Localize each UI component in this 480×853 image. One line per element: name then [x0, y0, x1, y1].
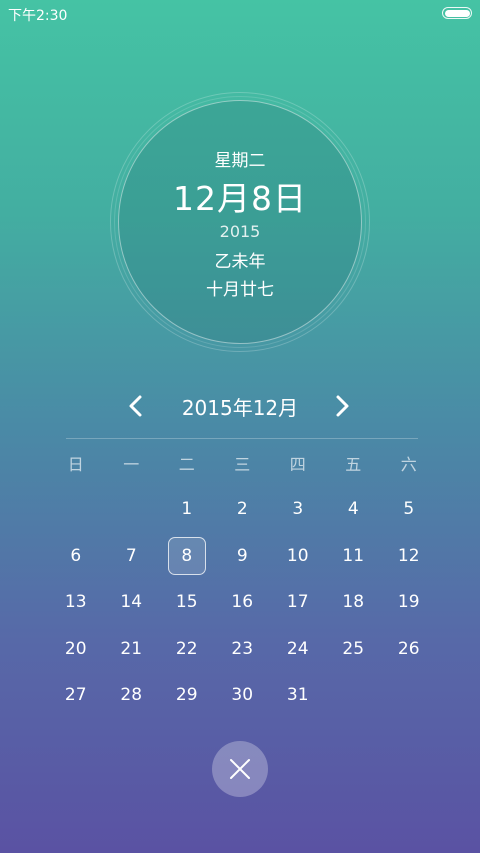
day-cell[interactable]: 21 [104, 626, 160, 673]
day-number: 23 [231, 638, 254, 659]
day-number: 25 [342, 638, 365, 659]
chevron-right-icon [336, 395, 349, 417]
day-number: 11 [342, 545, 365, 566]
selected-date: 12月8日 [173, 179, 307, 218]
chevron-left-icon [129, 395, 142, 417]
day-number: 13 [64, 592, 87, 613]
day-cell[interactable]: 13 [48, 579, 104, 626]
battery-icon [442, 7, 472, 19]
day-cell[interactable]: 20 [48, 626, 104, 673]
day-number: 12 [397, 545, 420, 566]
day-number: 14 [120, 592, 143, 613]
day-number: 29 [175, 685, 198, 706]
day-cell[interactable]: 6 [48, 533, 104, 580]
close-icon [230, 759, 250, 779]
calendar-grid: 1 2 3 4 5 6 7 8 9 10 11 12 13 14 15 16 17 18 19 20 21 22 23 24 2… [48, 486, 436, 719]
day-cell[interactable]: 11 [326, 533, 382, 580]
day-cell[interactable]: 14 [104, 579, 160, 626]
day-cell[interactable]: 17 [270, 579, 326, 626]
day-cell[interactable]: 27 [48, 672, 104, 719]
day-cell[interactable]: 15 [159, 579, 215, 626]
day-cell[interactable]: 7 [104, 533, 160, 580]
day-number: 16 [231, 592, 254, 613]
day-number: 20 [64, 638, 87, 659]
day-cell[interactable]: 4 [326, 486, 382, 533]
month-navigation: 2015年12月 [0, 388, 480, 424]
status-time: 下午2:30 [8, 8, 68, 24]
day-cell[interactable]: 25 [326, 626, 382, 673]
empty-day-cell [48, 486, 104, 533]
weekday-header-row: 日 一 二 三 四 五 六 [48, 452, 436, 478]
day-cell[interactable]: 18 [326, 579, 382, 626]
day-cell[interactable]: 10 [270, 533, 326, 580]
day-number: 10 [286, 545, 309, 566]
day-number: 7 [125, 545, 137, 566]
day-cell[interactable]: 30 [215, 672, 271, 719]
day-cell[interactable]: 31 [270, 672, 326, 719]
day-number: 27 [64, 685, 87, 706]
day-number: 6 [70, 545, 82, 566]
day-cell[interactable]: 3 [270, 486, 326, 533]
day-cell-selected[interactable]: 8 [159, 533, 215, 580]
day-cell[interactable]: 19 [381, 579, 437, 626]
day-cell[interactable]: 26 [381, 626, 437, 673]
day-number: 28 [120, 685, 143, 706]
next-month-button[interactable] [324, 388, 360, 424]
day-number: 18 [342, 592, 365, 613]
day-number: 8 [181, 545, 193, 566]
day-number: 22 [175, 638, 198, 659]
day-cell[interactable]: 23 [215, 626, 271, 673]
close-button[interactable] [212, 741, 268, 797]
weekday-header: 六 [400, 455, 417, 474]
day-number: 19 [397, 592, 420, 613]
day-cell[interactable]: 5 [381, 486, 437, 533]
day-number: 15 [175, 592, 198, 613]
day-number: 9 [236, 545, 248, 566]
day-cell[interactable]: 22 [159, 626, 215, 673]
day-number: 5 [403, 499, 415, 519]
day-cell[interactable]: 28 [104, 672, 160, 719]
day-number: 2 [236, 499, 248, 519]
weekday-header: 四 [289, 455, 306, 474]
day-number: 3 [292, 499, 304, 519]
day-number: 17 [286, 592, 309, 613]
day-cell[interactable]: 2 [215, 486, 271, 533]
weekday-header: 五 [345, 455, 362, 474]
day-cell[interactable]: 9 [215, 533, 271, 580]
day-number: 30 [231, 685, 254, 706]
day-number: 24 [286, 638, 309, 659]
day-cell[interactable]: 16 [215, 579, 271, 626]
day-number: 1 [181, 499, 193, 519]
weekday-label: 星期二 [214, 151, 266, 171]
year-label: 2015 [219, 222, 261, 241]
weekday-header: 日 [67, 455, 84, 474]
status-bar: 下午2:30 [0, 0, 480, 28]
month-title: 2015年12月 [181, 396, 299, 420]
ganzhi-year-label: 乙未年 [214, 252, 266, 272]
day-number: 26 [397, 638, 420, 659]
weekday-header: 三 [234, 455, 251, 474]
day-number: 4 [347, 499, 359, 519]
empty-day-cell [104, 486, 160, 533]
prev-month-button[interactable] [118, 388, 154, 424]
divider [66, 438, 418, 439]
day-cell[interactable]: 29 [159, 672, 215, 719]
weekday-header: 一 [123, 455, 140, 474]
day-number: 21 [120, 638, 143, 659]
date-circle: 星期二 12月8日 2015 乙未年 十月廿七 [110, 92, 370, 352]
lunar-date-label: 十月廿七 [206, 280, 274, 300]
weekday-header: 二 [178, 455, 195, 474]
day-cell[interactable]: 12 [381, 533, 437, 580]
day-cell[interactable]: 1 [159, 486, 215, 533]
day-cell[interactable]: 24 [270, 626, 326, 673]
day-number: 31 [286, 685, 309, 706]
